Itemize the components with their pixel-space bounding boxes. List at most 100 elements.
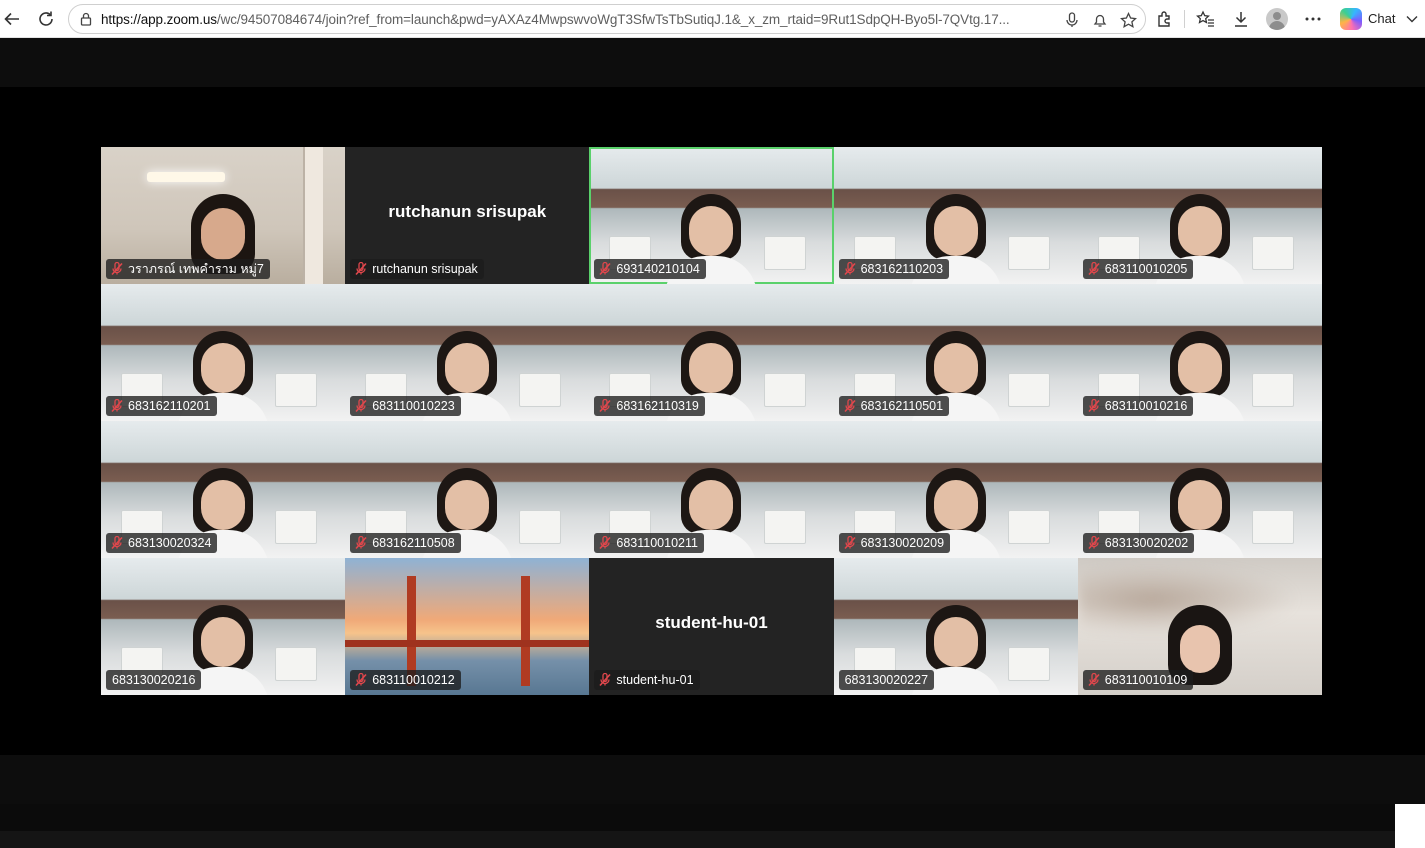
participant-tile[interactable]: 683130020216: [101, 558, 346, 695]
muted-microphone-icon: [354, 399, 368, 413]
participant-name: 683130020216: [112, 673, 196, 687]
bridge-tower: [521, 576, 531, 686]
participant-name-tag: 683110010109: [1082, 670, 1194, 690]
background-monitor: [1251, 510, 1294, 544]
chevron-down-icon[interactable]: [1403, 7, 1421, 31]
participant-name: student-hu-01: [616, 673, 694, 687]
bell-icon[interactable]: [1089, 9, 1111, 31]
muted-microphone-icon: [354, 262, 368, 276]
background-monitor: [275, 510, 318, 544]
participant-tile[interactable]: 683110010211: [589, 421, 834, 558]
participant-name-tag: 683110010205: [1082, 259, 1194, 279]
participant-tile[interactable]: 683162110201: [101, 284, 346, 421]
participant-name-tag: วราภรณ์ เทพคำราม หมู่7: [106, 259, 270, 279]
download-icon[interactable]: [1229, 7, 1253, 31]
participant-name: 683110010205: [1104, 262, 1188, 276]
background-monitor: [1251, 373, 1294, 407]
participant-tile[interactable]: 683162110501: [833, 284, 1078, 421]
participant-tile[interactable]: 683130020209: [833, 421, 1078, 558]
muted-microphone-icon: [598, 399, 612, 413]
participant-name: 683162110203: [860, 262, 944, 276]
address-bar[interactable]: https://app.zoom.us/wc/94507084674/join?…: [68, 4, 1146, 34]
ceiling-lamp: [147, 172, 225, 182]
muted-microphone-icon: [598, 673, 612, 687]
participant-name: 683110010211: [616, 536, 698, 550]
muted-microphone-icon: [1087, 399, 1101, 413]
participant-name-tag: 693140210104: [594, 259, 706, 279]
participant-tile[interactable]: วราภรณ์ เทพคำราม หมู่7: [101, 147, 346, 284]
participant-name-tag: 683162110203: [838, 259, 950, 279]
participant-name: 683110010109: [1104, 673, 1188, 687]
toolbar-divider: [1184, 10, 1185, 28]
participant-tile[interactable]: rutchanun srisupak rutchanun srisupak: [345, 147, 590, 284]
muted-microphone-icon: [354, 673, 368, 687]
background-monitor: [1007, 373, 1050, 407]
participant-name: rutchanun srisupak: [372, 262, 478, 276]
muted-microphone-icon: [110, 262, 124, 276]
muted-microphone-icon: [843, 399, 857, 413]
participant-tile[interactable]: 683110010223: [345, 284, 590, 421]
participant-name: 683162110501: [860, 399, 944, 413]
participant-name-tag: 683110010212: [350, 670, 461, 690]
url-text[interactable]: https://app.zoom.us/wc/94507084674/join?…: [101, 12, 1045, 28]
participant-name-tag: 683110010223: [350, 396, 461, 416]
muted-microphone-icon: [110, 399, 124, 413]
browser-toolbar: https://app.zoom.us/wc/94507084674/join?…: [0, 0, 1425, 38]
participant-name-tag: 683162110319: [594, 396, 705, 416]
participant-name: 683130020209: [860, 536, 945, 550]
refresh-icon[interactable]: [34, 7, 58, 31]
background-monitor: [275, 373, 318, 407]
participant-tile[interactable]: 693140210104: [589, 147, 834, 284]
participant-name-tag: 683162110201: [106, 396, 217, 416]
url-path: /wc/94507084674/join?ref_from=launch&pwd…: [216, 12, 1010, 27]
participant-name-tag: 683110010211: [594, 533, 704, 553]
participant-name: วราภรณ์ เทพคำราม หมู่7: [128, 262, 264, 276]
participant-tile[interactable]: 683130020324: [101, 421, 346, 558]
participant-tile[interactable]: 683130020227: [833, 558, 1078, 695]
chat-button-label[interactable]: Chat: [1368, 11, 1395, 26]
microphone-icon[interactable]: [1061, 9, 1083, 31]
profile-icon[interactable]: [1266, 8, 1288, 30]
muted-microphone-icon: [843, 262, 857, 276]
favorites-icon[interactable]: [1193, 7, 1217, 31]
extensions-icon[interactable]: [1152, 7, 1176, 31]
participant-display-name: student-hu-01: [655, 612, 768, 632]
participant-name: 683130020324: [128, 536, 212, 550]
background-monitor: [1007, 236, 1050, 270]
more-icon[interactable]: [1301, 7, 1325, 31]
meeting-top-bar: [0, 38, 1425, 87]
back-icon[interactable]: [0, 7, 24, 31]
participant-tile[interactable]: 683110010212: [345, 558, 590, 695]
bridge-deck: [345, 640, 590, 647]
door-frame: [303, 147, 324, 284]
participant-tile[interactable]: 683162110319: [589, 284, 834, 421]
meeting-bottom-bar: [0, 755, 1425, 804]
background-monitor: [275, 647, 318, 681]
muted-microphone-icon: [843, 536, 857, 550]
participant-tile[interactable]: student-hu-01 student-hu-01: [589, 558, 834, 695]
participant-tile[interactable]: 683110010205: [1077, 147, 1322, 284]
participant-tile[interactable]: 683130020202: [1077, 421, 1322, 558]
participant-name-tag: 683162110501: [838, 396, 950, 416]
participant-tile[interactable]: 683162110508: [345, 421, 590, 558]
participant-name-tag: 683130020227: [838, 670, 935, 690]
star-icon[interactable]: [1117, 9, 1139, 31]
muted-microphone-icon: [354, 536, 368, 550]
participant-display-name: rutchanun srisupak: [388, 201, 547, 221]
background-monitor: [763, 236, 806, 270]
participant-tile[interactable]: 683110010216: [1077, 284, 1322, 421]
muted-microphone-icon: [598, 536, 612, 550]
participant-name-tag: rutchanun srisupak: [350, 259, 484, 279]
participant-name-tag: 683110010216: [1082, 396, 1194, 416]
participant-tile[interactable]: 683162110203: [833, 147, 1078, 284]
participant-name: 683110010212: [372, 673, 455, 687]
copilot-icon[interactable]: [1340, 8, 1362, 30]
meeting-footer: [0, 804, 1395, 848]
lock-icon[interactable]: [78, 11, 94, 27]
participant-tile[interactable]: 683110010109: [1077, 558, 1322, 695]
participant-name-tag: 683130020324: [106, 533, 218, 553]
participant-name-tag: 683162110508: [350, 533, 461, 553]
participant-name: 683162110201: [128, 399, 211, 413]
background-monitor: [519, 510, 562, 544]
participant-name: 683162110508: [372, 536, 455, 550]
